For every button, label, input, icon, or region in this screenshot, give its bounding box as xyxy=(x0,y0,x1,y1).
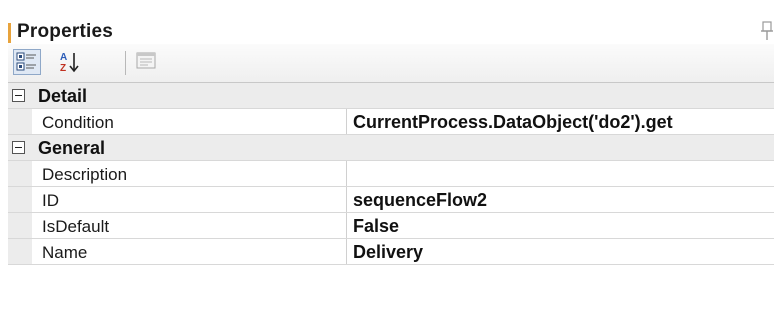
title-bar: Properties xyxy=(0,0,774,44)
property-name: Name xyxy=(42,243,88,262)
sort-alphabetical-icon: A Z xyxy=(60,52,79,74)
row-gutter xyxy=(8,239,32,264)
column-divider xyxy=(346,109,347,134)
property-row-description[interactable]: Description xyxy=(8,161,774,187)
title-accent-bar xyxy=(8,23,11,43)
property-value[interactable]: sequenceFlow2 xyxy=(353,190,774,211)
property-value[interactable]: Delivery xyxy=(353,242,774,263)
collapse-icon[interactable] xyxy=(12,141,25,154)
svg-text:Z: Z xyxy=(60,63,66,74)
property-name: IsDefault xyxy=(42,217,110,236)
collapse-icon[interactable] xyxy=(12,89,25,102)
property-pages-icon xyxy=(136,52,156,69)
property-row-id[interactable]: ID sequenceFlow2 xyxy=(8,187,774,213)
toolbar-separator xyxy=(125,51,126,75)
property-row-condition[interactable]: Condition CurrentProcess.DataObject('do2… xyxy=(8,109,774,135)
category-row-detail[interactable]: Detail xyxy=(8,83,774,109)
row-gutter xyxy=(8,161,32,186)
column-divider xyxy=(346,161,347,186)
row-gutter xyxy=(8,109,32,134)
property-name: ID xyxy=(42,191,59,210)
property-value[interactable]: False xyxy=(353,216,774,237)
property-name: Description xyxy=(42,165,128,184)
categorized-button[interactable] xyxy=(13,49,41,75)
column-divider xyxy=(346,187,347,212)
property-row-name[interactable]: Name Delivery xyxy=(8,239,774,265)
category-row-general[interactable]: General xyxy=(8,135,774,161)
alphabetical-button[interactable]: A Z xyxy=(56,49,84,75)
pin-icon[interactable] xyxy=(760,20,774,42)
column-divider xyxy=(346,239,347,264)
property-pages-button[interactable] xyxy=(133,49,161,75)
property-row-isdefault[interactable]: IsDefault False xyxy=(8,213,774,239)
row-gutter xyxy=(8,213,32,238)
row-gutter xyxy=(8,187,32,212)
toolbar: A Z xyxy=(8,44,774,83)
panel-title: Properties xyxy=(17,21,113,42)
category-label: Detail xyxy=(38,86,88,106)
svg-text:A: A xyxy=(60,52,67,63)
property-grid: Detail Condition CurrentProcess.DataObje… xyxy=(8,83,774,329)
category-label: General xyxy=(38,138,106,158)
categorized-icon xyxy=(16,52,36,71)
column-divider xyxy=(346,213,347,238)
properties-window: Properties A Z Detail Condition CurrentP… xyxy=(0,0,774,329)
property-value[interactable]: CurrentProcess.DataObject('do2').get xyxy=(353,112,774,133)
property-name: Condition xyxy=(42,113,114,132)
